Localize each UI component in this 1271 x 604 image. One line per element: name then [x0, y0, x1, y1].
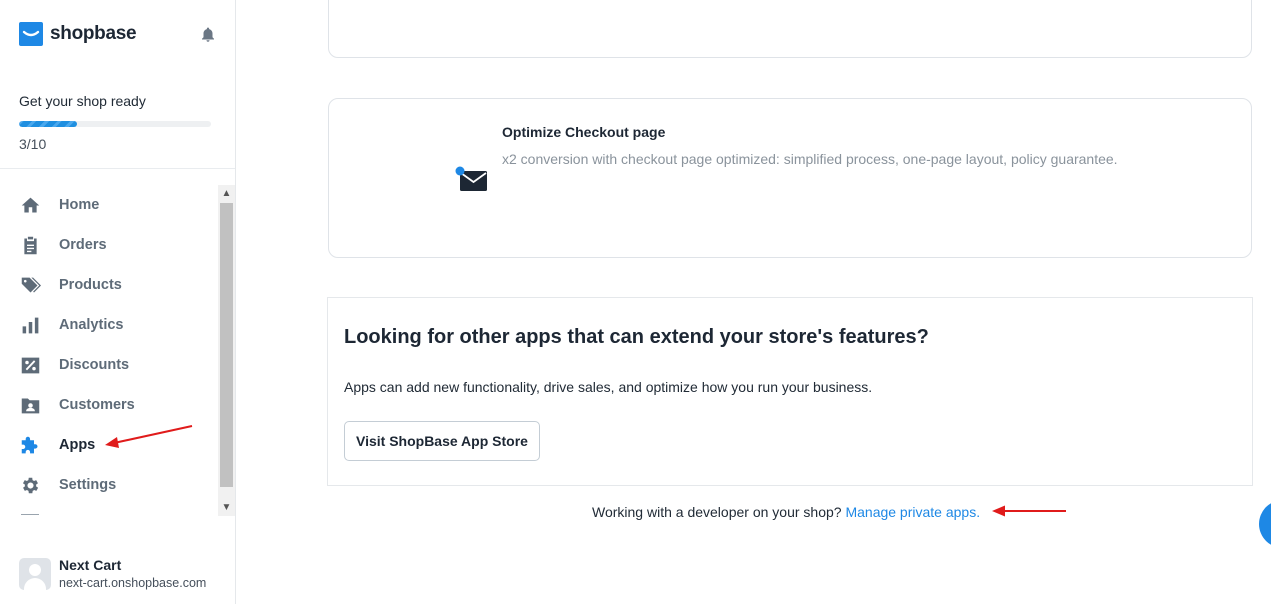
percent-icon	[19, 354, 41, 376]
setup-progress-bar	[19, 121, 211, 127]
scroll-up-arrow-icon[interactable]: ▲	[218, 185, 235, 202]
chat-support-button[interactable]	[1259, 500, 1271, 548]
sidebar-item-home[interactable]: Home	[19, 193, 209, 217]
setup-progress-fill	[19, 121, 77, 127]
sidebar-item-label: Customers	[59, 397, 135, 413]
top-card	[328, 0, 1252, 58]
feature-card[interactable]: Optimize Checkout page x2 conversion wit…	[328, 98, 1252, 258]
tag-icon	[19, 274, 41, 296]
sidebar-item-settings[interactable]: Settings	[19, 473, 209, 497]
scroll-down-arrow-icon[interactable]: ▼	[218, 499, 235, 516]
brand[interactable]: shopbase	[19, 22, 137, 46]
developer-text: Working with a developer on your shop?	[592, 504, 846, 520]
brand-name: shopbase	[50, 23, 137, 44]
setup-guide[interactable]: Get your shop ready 3/10	[19, 93, 211, 152]
sidebar-item-label: Settings	[59, 477, 117, 493]
sidebar-item-label: Products	[59, 277, 122, 293]
app-store-card: Looking for other apps that can extend y…	[327, 297, 1253, 486]
sidebar-item-label: Discounts	[59, 357, 130, 373]
annotation-arrow-apps	[105, 425, 193, 448]
bar-chart-icon	[19, 314, 41, 336]
account-name: Next Cart	[59, 557, 122, 573]
home-icon	[19, 194, 41, 216]
scroll-thumb[interactable]	[220, 203, 233, 487]
sidebar-item-products[interactable]: Products	[19, 273, 209, 297]
account-domain: next-cart.onshopbase.com	[59, 576, 207, 590]
sidebar-item-label: Apps	[59, 437, 96, 453]
app-store-heading: Looking for other apps that can extend y…	[344, 326, 929, 348]
sidebar-item-discounts[interactable]: Discounts	[19, 353, 209, 377]
feature-description: x2 conversion with checkout page optimiz…	[502, 151, 1118, 167]
manage-private-apps-link[interactable]: Manage private apps.	[845, 504, 980, 520]
bell-icon[interactable]	[199, 26, 217, 44]
sidebar: shopbase Get your shop ready 3/10 Home O…	[0, 0, 236, 604]
puzzle-icon	[19, 434, 41, 456]
annotation-arrow-private-apps	[992, 505, 1066, 517]
shopbase-logo-icon	[19, 22, 43, 46]
setup-count: 3/10	[19, 136, 47, 152]
visit-app-store-button[interactable]: Visit ShopBase App Store	[344, 421, 540, 461]
sidebar-item-customers[interactable]: Customers	[19, 393, 209, 417]
app-store-description: Apps can add new functionality, drive sa…	[344, 379, 873, 395]
next-item-peek	[21, 514, 39, 515]
feature-title: Optimize Checkout page	[502, 124, 666, 140]
sidebar-item-label: Analytics	[59, 317, 124, 333]
gear-icon	[19, 474, 41, 496]
sidebar-item-analytics[interactable]: Analytics	[19, 313, 209, 337]
sidebar-item-orders[interactable]: Orders	[19, 233, 209, 257]
divider	[0, 168, 235, 169]
sidebar-scrollbar[interactable]: ▲ ▼	[218, 185, 235, 516]
clipboard-icon	[19, 234, 41, 256]
account-switcher[interactable]: Next Cart next-cart.onshopbase.com	[19, 557, 206, 590]
sidebar-item-label: Home	[59, 197, 100, 213]
sidebar-nav: Home Orders Products Analytics Discounts	[0, 185, 218, 515]
sidebar-item-label: Orders	[59, 237, 107, 253]
developer-line: Working with a developer on your shop? M…	[592, 504, 980, 520]
setup-title: Get your shop ready	[19, 93, 146, 109]
envelope-icon	[455, 166, 487, 191]
avatar	[19, 557, 51, 590]
contact-card-icon	[19, 394, 41, 416]
